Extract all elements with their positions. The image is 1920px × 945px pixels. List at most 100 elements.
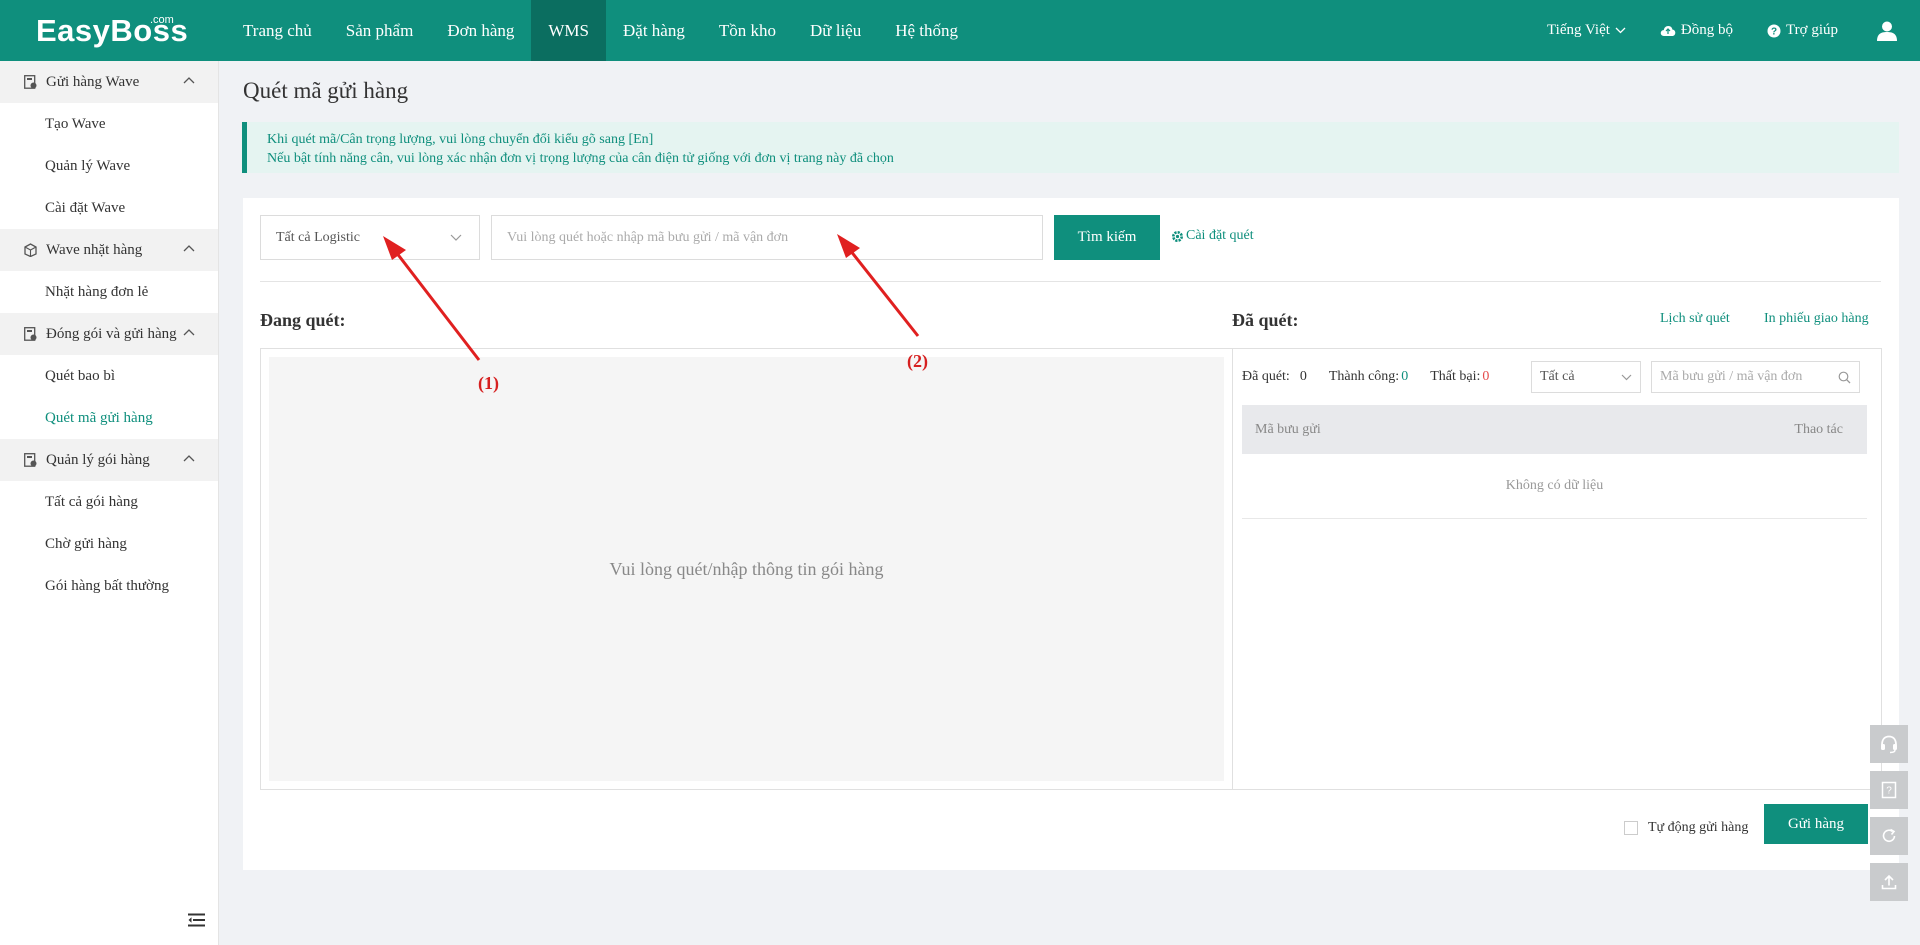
sidebar-group-wave-shipping[interactable]: Gửi hàng Wave xyxy=(0,61,218,103)
stat-success-value: 0 xyxy=(1401,369,1409,384)
language-selector[interactable]: Tiếng Việt xyxy=(1547,22,1626,39)
auto-send-label: Tự động gửi hàng xyxy=(1648,820,1749,835)
chevron-up-icon xyxy=(183,455,195,462)
sidebar-item-scan-packaging[interactable]: Quét bao bì xyxy=(0,355,218,397)
cloud-sync-icon xyxy=(1660,26,1676,36)
customer-service-button[interactable] xyxy=(1870,725,1908,763)
refresh-icon xyxy=(1882,828,1896,842)
question-doc-icon: ? xyxy=(1881,781,1897,799)
chevron-down-icon xyxy=(1615,27,1626,34)
scanned-table-header: Mã bưu gửi Thao tác xyxy=(1242,405,1867,454)
stat-scanned-value: 0 xyxy=(1299,369,1307,384)
scanning-empty-state: Vui lòng quét/nhập thông tin gói hàng xyxy=(269,357,1224,781)
column-header-package-code: Mã bưu gửi xyxy=(1255,421,1321,437)
sidebar-item-single-picking[interactable]: Nhặt hàng đơn lẻ xyxy=(0,271,218,313)
logo-suffix: .com xyxy=(150,14,174,26)
status-filter-value: Tất cả xyxy=(1540,369,1575,384)
scan-settings-label: Cài đặt quét xyxy=(1186,228,1254,243)
scanning-panel: Vui lòng quét/nhập thông tin gói hàng xyxy=(260,348,1233,790)
logistic-select-value: Tất cả Logistic xyxy=(276,229,360,245)
refresh-button[interactable] xyxy=(1870,817,1908,855)
floating-toolbar: ? xyxy=(1870,725,1908,909)
scan-card: Tất cả Logistic Tìm kiếm Cài đặt quét Đa… xyxy=(243,198,1899,870)
scanning-empty-text: Vui lòng quét/nhập thông tin gói hàng xyxy=(609,558,884,579)
sidebar-item-all-packages[interactable]: Tất cả gói hàng xyxy=(0,481,218,523)
help-icon: ? xyxy=(1767,24,1781,37)
nav-inventory[interactable]: Tồn kho xyxy=(702,0,793,61)
nav-purchase[interactable]: Đặt hàng xyxy=(606,0,702,61)
sync-button[interactable]: Đồng bộ xyxy=(1660,22,1733,39)
back-to-top-button[interactable] xyxy=(1870,863,1908,901)
chevron-down-icon xyxy=(450,234,462,241)
column-header-actions: Thao tác xyxy=(1794,421,1843,437)
search-icon[interactable] xyxy=(1838,371,1851,384)
scan-input[interactable] xyxy=(491,215,1043,260)
scanned-panel: Đã quét: 0 Thành công: 0 Thất bại: 0 Tất… xyxy=(1232,348,1882,790)
svg-text:?: ? xyxy=(1771,26,1777,37)
sidebar-item-wave-settings[interactable]: Cài đặt Wave xyxy=(0,187,218,229)
gear-icon xyxy=(1172,230,1183,242)
stat-success-label: Thành công: xyxy=(1328,369,1400,384)
scanned-search-box xyxy=(1651,361,1860,393)
headset-icon xyxy=(1881,735,1897,754)
logistic-select[interactable]: Tất cả Logistic xyxy=(260,215,480,260)
document-icon xyxy=(24,453,37,467)
sidebar-item-abnormal-packages[interactable]: Gói hàng bất thường xyxy=(0,565,218,607)
sidebar-item-scan-shipping[interactable]: Quét mã gửi hàng xyxy=(0,397,218,439)
annotation-label-2: (2) xyxy=(907,351,928,371)
chevron-up-icon xyxy=(183,329,195,336)
sidebar-group-label: Gửi hàng Wave xyxy=(46,73,140,90)
sidebar-item-create-wave[interactable]: Tạo Wave xyxy=(0,103,218,145)
nav-products[interactable]: Sản phẩm xyxy=(329,0,431,61)
sidebar-group-pack-ship[interactable]: Đóng gói và gửi hàng xyxy=(0,313,218,355)
svg-text:?: ? xyxy=(1886,786,1892,797)
help-label: Trợ giúp xyxy=(1786,22,1838,38)
nav-home[interactable]: Trang chủ xyxy=(226,0,329,61)
scanned-empty-text: Không có dữ liệu xyxy=(1505,478,1604,493)
main-nav: Trang chủ Sản phẩm Đơn hàng WMS Đặt hàng… xyxy=(226,0,975,61)
upload-icon xyxy=(1881,874,1897,890)
stat-scanned-label: Đã quét: xyxy=(1242,369,1290,384)
help-button[interactable]: ? Trợ giúp xyxy=(1767,22,1838,39)
status-filter-select[interactable]: Tất cả xyxy=(1531,361,1641,393)
sidebar-group-wave-picking[interactable]: Wave nhặt hàng xyxy=(0,229,218,271)
sync-label: Đồng bộ xyxy=(1680,22,1734,38)
sidebar-group-label: Wave nhặt hàng xyxy=(46,241,143,258)
print-delivery-note-link[interactable]: In phiếu giao hàng xyxy=(1764,311,1869,327)
document-icon xyxy=(24,75,37,89)
auto-send-checkbox[interactable]: Tự động gửi hàng xyxy=(1624,820,1748,836)
chevron-up-icon xyxy=(183,245,195,252)
page-title: Quét mã gửi hàng xyxy=(243,78,409,103)
sidebar-item-awaiting-shipment[interactable]: Chờ gửi hàng xyxy=(0,523,218,565)
scan-stats: Đã quét: 0 Thành công: 0 Thất bại: 0 xyxy=(1242,369,1511,385)
scan-settings-link[interactable]: Cài đặt quét xyxy=(1171,228,1254,244)
user-avatar-icon[interactable] xyxy=(1876,20,1898,42)
faq-button[interactable]: ? xyxy=(1870,771,1908,809)
scanning-label: Đang quét: xyxy=(260,310,346,330)
logo[interactable]: EasyBoss .com xyxy=(0,0,220,61)
scanned-table-empty: Không có dữ liệu xyxy=(1242,454,1867,519)
send-button[interactable]: Gửi hàng xyxy=(1764,804,1868,844)
top-navbar: EasyBoss .com Trang chủ Sản phẩm Đơn hàn… xyxy=(0,0,1920,61)
notice-line-2: Nếu bật tính năng cân, vui lòng xác nhận… xyxy=(267,151,894,166)
divider xyxy=(260,281,1881,282)
sidebar-group-package-management[interactable]: Quản lý gói hàng xyxy=(0,439,218,481)
search-button[interactable]: Tìm kiếm xyxy=(1054,215,1160,260)
notice-banner: Khi quét mã/Cân trọng lượng, vui lòng ch… xyxy=(242,122,1899,173)
nav-orders[interactable]: Đơn hàng xyxy=(430,0,531,61)
language-label: Tiếng Việt xyxy=(1547,22,1610,38)
scan-history-link[interactable]: Lịch sử quét xyxy=(1660,311,1730,327)
sidebar-group-label: Quản lý gói hàng xyxy=(46,451,150,468)
nav-wms[interactable]: WMS xyxy=(531,0,607,61)
sidebar-item-manage-wave[interactable]: Quản lý Wave xyxy=(0,145,218,187)
collapse-menu-icon[interactable] xyxy=(188,913,205,927)
scanned-label: Đã quét: xyxy=(1232,310,1299,330)
scanned-search-input[interactable] xyxy=(1652,362,1832,392)
nav-data[interactable]: Dữ liệu xyxy=(793,0,878,61)
chevron-up-icon xyxy=(183,77,195,84)
sidebar-group-label: Đóng gói và gửi hàng xyxy=(46,325,177,342)
notice-line-1: Khi quét mã/Cân trọng lượng, vui lòng ch… xyxy=(267,132,654,147)
sidebar: Gửi hàng Wave Tạo Wave Quản lý Wave Cài … xyxy=(0,61,219,945)
nav-system[interactable]: Hệ thống xyxy=(878,0,975,61)
checkbox-box[interactable] xyxy=(1624,821,1638,835)
